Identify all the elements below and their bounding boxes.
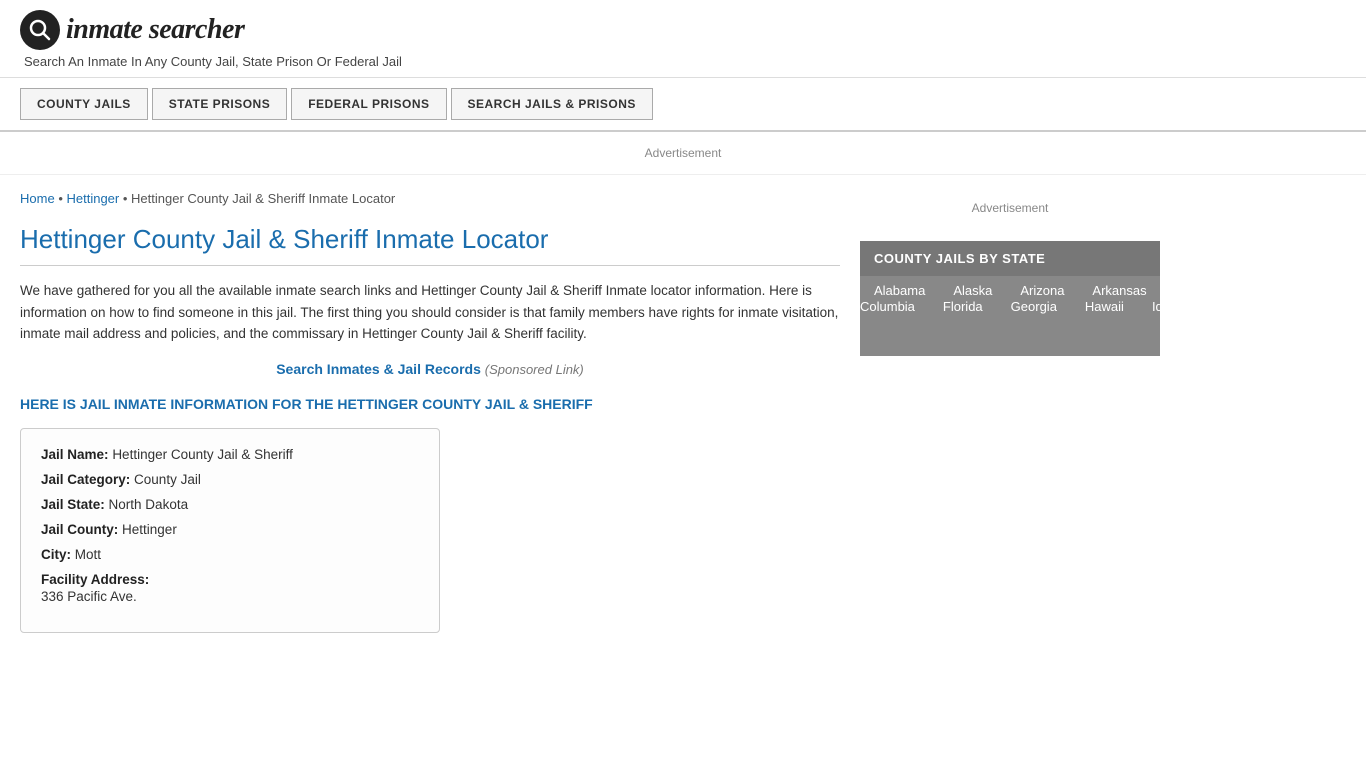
ad-banner: Advertisement — [0, 132, 1366, 175]
breadcrumb-home[interactable]: Home — [20, 191, 55, 206]
description: We have gathered for you all the availab… — [20, 280, 840, 345]
jail-name-label: Jail Name: — [41, 447, 109, 462]
jail-name-row: Jail Name: Hettinger County Jail & Sheri… — [41, 447, 419, 462]
jail-county-label: Jail County: — [41, 522, 118, 537]
jail-state-label: Jail State: — [41, 497, 105, 512]
jail-category-row: Jail Category: County Jail — [41, 472, 419, 487]
logo-area: inmate searcher — [20, 10, 1346, 50]
state-link[interactable]: Idaho — [1138, 295, 1199, 318]
state-box-header: COUNTY JAILS BY STATE — [860, 241, 1160, 276]
main-layout: Home • Hettinger • Hettinger County Jail… — [0, 175, 1366, 649]
jail-address-row: Facility Address: 336 Pacific Ave. — [41, 572, 419, 604]
jail-address-label: Facility Address: — [41, 572, 149, 587]
nav-county-jails[interactable]: COUNTY JAILS — [20, 88, 148, 120]
jail-address-value: 336 Pacific Ave. — [41, 589, 419, 604]
state-link[interactable]: Hawaii — [1071, 295, 1138, 318]
nav-bar: COUNTY JAILS STATE PRISONS FEDERAL PRISO… — [0, 78, 1366, 132]
info-box: Jail Name: Hettinger County Jail & Sheri… — [20, 428, 440, 633]
logo-text: inmate searcher — [66, 14, 244, 46]
nav-state-prisons[interactable]: STATE PRISONS — [152, 88, 287, 120]
state-link[interactable]: Connecticut — [1324, 279, 1366, 302]
jail-state-row: Jail State: North Dakota — [41, 497, 419, 512]
breadcrumb-hettinger[interactable]: Hettinger — [66, 191, 119, 206]
sponsored-link[interactable]: Search Inmates & Jail Records — [276, 361, 481, 377]
jail-city-label: City: — [41, 547, 71, 562]
sidebar-ad: Advertisement — [860, 191, 1160, 225]
jail-city-row: City: Mott — [41, 547, 419, 562]
sponsored-suffix: (Sponsored Link) — [485, 362, 584, 377]
breadcrumb-current: Hettinger County Jail & Sheriff Inmate L… — [131, 191, 395, 206]
state-box: COUNTY JAILS BY STATE AlabamaAlaskaArizo… — [860, 241, 1160, 356]
sidebar: Advertisement COUNTY JAILS BY STATE Alab… — [860, 175, 1160, 649]
content-area: Home • Hettinger • Hettinger County Jail… — [20, 175, 840, 649]
state-link[interactable]: Georgia — [997, 295, 1071, 318]
page-title: Hettinger County Jail & Sheriff Inmate L… — [20, 224, 840, 266]
breadcrumb: Home • Hettinger • Hettinger County Jail… — [20, 191, 840, 206]
header: inmate searcher Search An Inmate In Any … — [0, 0, 1366, 78]
sponsored-link-area: Search Inmates & Jail Records (Sponsored… — [20, 361, 840, 377]
nav-search-jails[interactable]: SEARCH JAILS & PRISONS — [451, 88, 653, 120]
info-heading: HERE IS JAIL INMATE INFORMATION FOR THE … — [20, 395, 840, 415]
state-link[interactable]: Florida — [929, 295, 997, 318]
nav-federal-prisons[interactable]: FEDERAL PRISONS — [291, 88, 446, 120]
state-grid: AlabamaAlaskaArizonaArkansasCaliforniaCo… — [860, 276, 1160, 356]
logo-icon — [20, 10, 60, 50]
jail-county-row: Jail County: Hettinger — [41, 522, 419, 537]
tagline: Search An Inmate In Any County Jail, Sta… — [24, 54, 1346, 69]
state-link[interactable]: Illinois — [1198, 295, 1262, 318]
states-left-col: AlabamaAlaskaArizonaArkansasCaliforniaCo… — [860, 282, 1366, 346]
jail-category-label: Jail Category: — [41, 472, 130, 487]
